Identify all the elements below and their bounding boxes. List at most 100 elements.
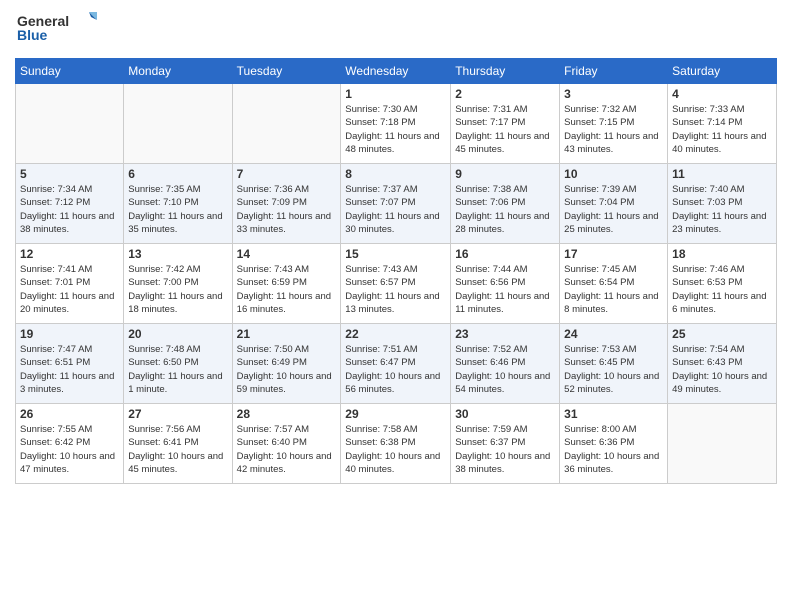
svg-text:Blue: Blue	[17, 27, 48, 43]
calendar-cell	[232, 84, 341, 164]
day-number: 23	[455, 327, 555, 341]
weekday-header: Wednesday	[341, 59, 451, 84]
day-info: Sunrise: 7:59 AM Sunset: 6:37 PM Dayligh…	[455, 423, 555, 476]
day-info: Sunrise: 7:44 AM Sunset: 6:56 PM Dayligh…	[455, 263, 555, 316]
calendar-cell	[16, 84, 124, 164]
calendar-header-row: SundayMondayTuesdayWednesdayThursdayFrid…	[16, 59, 777, 84]
calendar-cell: 13Sunrise: 7:42 AM Sunset: 7:00 PM Dayli…	[124, 244, 232, 324]
day-number: 9	[455, 167, 555, 181]
day-number: 27	[128, 407, 227, 421]
day-number: 8	[345, 167, 446, 181]
calendar-cell: 15 Sunrise: 7:43 AM Sunset: 6:57 PM Dayli…	[341, 244, 451, 324]
day-number: 22	[345, 327, 446, 341]
day-info: Sunrise: 7:41 AM Sunset: 7:01 PM Dayligh…	[20, 263, 119, 316]
calendar-week-row: 1 Sunrise: 7:30 AM Sunset: 7:18 PM Daylig…	[16, 84, 777, 164]
day-number: 7	[237, 167, 337, 181]
calendar-cell: 25 Sunrise: 7:54 AM Sunset: 6:43 PM Dayli…	[668, 324, 777, 404]
calendar-cell: 17 Sunrise: 7:45 AM Sunset: 6:54 PM Dayli…	[560, 244, 668, 324]
day-info: Sunrise: 7:50 AM Sunset: 6:49 PM Dayligh…	[237, 343, 337, 396]
day-number: 14	[237, 247, 337, 261]
day-info: Sunrise: 7:38 AM Sunset: 7:06 PM Dayligh…	[455, 183, 555, 236]
day-info: Sunrise: 7:58 AM Sunset: 6:38 PM Dayligh…	[345, 423, 446, 476]
weekday-header: Tuesday	[232, 59, 341, 84]
day-number: 6	[128, 167, 227, 181]
day-info: Sunrise: 8:00 AM Sunset: 6:36 PM Dayligh…	[564, 423, 663, 476]
weekday-header: Monday	[124, 59, 232, 84]
calendar-cell: 31 Sunrise: 8:00 AM Sunset: 6:36 PM Dayli…	[560, 404, 668, 484]
calendar-cell: 19 Sunrise: 7:47 AM Sunset: 6:51 PM Dayli…	[16, 324, 124, 404]
day-number: 17	[564, 247, 663, 261]
day-info: Sunrise: 7:43 AM Sunset: 6:59 PM Dayligh…	[237, 263, 337, 316]
day-number: 2	[455, 87, 555, 101]
weekday-header: Saturday	[668, 59, 777, 84]
logo: General Blue	[15, 10, 97, 50]
day-number: 31	[564, 407, 663, 421]
day-info: Sunrise: 7:43 AM Sunset: 6:57 PM Dayligh…	[345, 263, 446, 316]
calendar-cell: 4 Sunrise: 7:33 AM Sunset: 7:14 PM Daylig…	[668, 84, 777, 164]
day-info: Sunrise: 7:46 AM Sunset: 6:53 PM Dayligh…	[672, 263, 772, 316]
day-info: Sunrise: 7:30 AM Sunset: 7:18 PM Dayligh…	[345, 103, 446, 156]
calendar-cell: 28 Sunrise: 7:57 AM Sunset: 6:40 PM Dayli…	[232, 404, 341, 484]
calendar-cell: 21Sunrise: 7:50 AM Sunset: 6:49 PM Dayli…	[232, 324, 341, 404]
calendar-week-row: 5 Sunrise: 7:34 AM Sunset: 7:12 PM Daylig…	[16, 164, 777, 244]
day-info: Sunrise: 7:42 AM Sunset: 7:00 PM Dayligh…	[128, 263, 227, 316]
day-info: Sunrise: 7:55 AM Sunset: 6:42 PM Dayligh…	[20, 423, 119, 476]
day-number: 29	[345, 407, 446, 421]
calendar-cell: 11 Sunrise: 7:40 AM Sunset: 7:03 PM Dayli…	[668, 164, 777, 244]
day-number: 11	[672, 167, 772, 181]
day-number: 4	[672, 87, 772, 101]
day-number: 18	[672, 247, 772, 261]
calendar-cell: 16 Sunrise: 7:44 AM Sunset: 6:56 PM Dayli…	[451, 244, 560, 324]
day-info: Sunrise: 7:52 AM Sunset: 6:46 PM Dayligh…	[455, 343, 555, 396]
day-number: 28	[237, 407, 337, 421]
day-info: Sunrise: 7:36 AM Sunset: 7:09 PM Dayligh…	[237, 183, 337, 236]
day-info: Sunrise: 7:33 AM Sunset: 7:14 PM Dayligh…	[672, 103, 772, 156]
calendar-cell: 3 Sunrise: 7:32 AM Sunset: 7:15 PM Daylig…	[560, 84, 668, 164]
calendar-cell: 9 Sunrise: 7:38 AM Sunset: 7:06 PM Daylig…	[451, 164, 560, 244]
calendar-cell	[124, 84, 232, 164]
day-info: Sunrise: 7:34 AM Sunset: 7:12 PM Dayligh…	[20, 183, 119, 236]
calendar-week-row: 26Sunrise: 7:55 AM Sunset: 6:42 PM Dayli…	[16, 404, 777, 484]
day-number: 15	[345, 247, 446, 261]
header: General Blue	[15, 10, 777, 50]
calendar-cell: 6 Sunrise: 7:35 AM Sunset: 7:10 PM Daylig…	[124, 164, 232, 244]
calendar-week-row: 12 Sunrise: 7:41 AM Sunset: 7:01 PM Dayli…	[16, 244, 777, 324]
day-number: 24	[564, 327, 663, 341]
calendar-cell: 8Sunrise: 7:37 AM Sunset: 7:07 PM Daylig…	[341, 164, 451, 244]
day-number: 25	[672, 327, 772, 341]
day-info: Sunrise: 7:40 AM Sunset: 7:03 PM Dayligh…	[672, 183, 772, 236]
day-info: Sunrise: 7:45 AM Sunset: 6:54 PM Dayligh…	[564, 263, 663, 316]
calendar-cell: 18 Sunrise: 7:46 AM Sunset: 6:53 PM Dayli…	[668, 244, 777, 324]
calendar-cell: 2 Sunrise: 7:31 AM Sunset: 7:17 PM Daylig…	[451, 84, 560, 164]
day-number: 1	[345, 87, 446, 101]
day-number: 19	[20, 327, 119, 341]
calendar-table: SundayMondayTuesdayWednesdayThursdayFrid…	[15, 58, 777, 484]
day-number: 3	[564, 87, 663, 101]
day-number: 10	[564, 167, 663, 181]
day-number: 16	[455, 247, 555, 261]
weekday-header: Friday	[560, 59, 668, 84]
logo-icon: General Blue	[17, 10, 97, 50]
day-info: Sunrise: 7:57 AM Sunset: 6:40 PM Dayligh…	[237, 423, 337, 476]
day-info: Sunrise: 7:47 AM Sunset: 6:51 PM Dayligh…	[20, 343, 119, 396]
day-number: 20	[128, 327, 227, 341]
calendar-cell: 7 Sunrise: 7:36 AM Sunset: 7:09 PM Daylig…	[232, 164, 341, 244]
day-info: Sunrise: 7:31 AM Sunset: 7:17 PM Dayligh…	[455, 103, 555, 156]
day-info: Sunrise: 7:32 AM Sunset: 7:15 PM Dayligh…	[564, 103, 663, 156]
day-number: 12	[20, 247, 119, 261]
calendar-week-row: 19 Sunrise: 7:47 AM Sunset: 6:51 PM Dayli…	[16, 324, 777, 404]
day-number: 5	[20, 167, 119, 181]
day-number: 30	[455, 407, 555, 421]
calendar-cell: 20Sunrise: 7:48 AM Sunset: 6:50 PM Dayli…	[124, 324, 232, 404]
calendar-cell: 27Sunrise: 7:56 AM Sunset: 6:41 PM Dayli…	[124, 404, 232, 484]
calendar-cell: 5 Sunrise: 7:34 AM Sunset: 7:12 PM Daylig…	[16, 164, 124, 244]
calendar-cell: 26Sunrise: 7:55 AM Sunset: 6:42 PM Dayli…	[16, 404, 124, 484]
calendar-cell: 30 Sunrise: 7:59 AM Sunset: 6:37 PM Dayli…	[451, 404, 560, 484]
calendar-cell: 23 Sunrise: 7:52 AM Sunset: 6:46 PM Dayli…	[451, 324, 560, 404]
calendar-cell: 14 Sunrise: 7:43 AM Sunset: 6:59 PM Dayli…	[232, 244, 341, 324]
calendar-cell: 24Sunrise: 7:53 AM Sunset: 6:45 PM Dayli…	[560, 324, 668, 404]
day-info: Sunrise: 7:35 AM Sunset: 7:10 PM Dayligh…	[128, 183, 227, 236]
weekday-header: Sunday	[16, 59, 124, 84]
weekday-header: Thursday	[451, 59, 560, 84]
day-info: Sunrise: 7:54 AM Sunset: 6:43 PM Dayligh…	[672, 343, 772, 396]
